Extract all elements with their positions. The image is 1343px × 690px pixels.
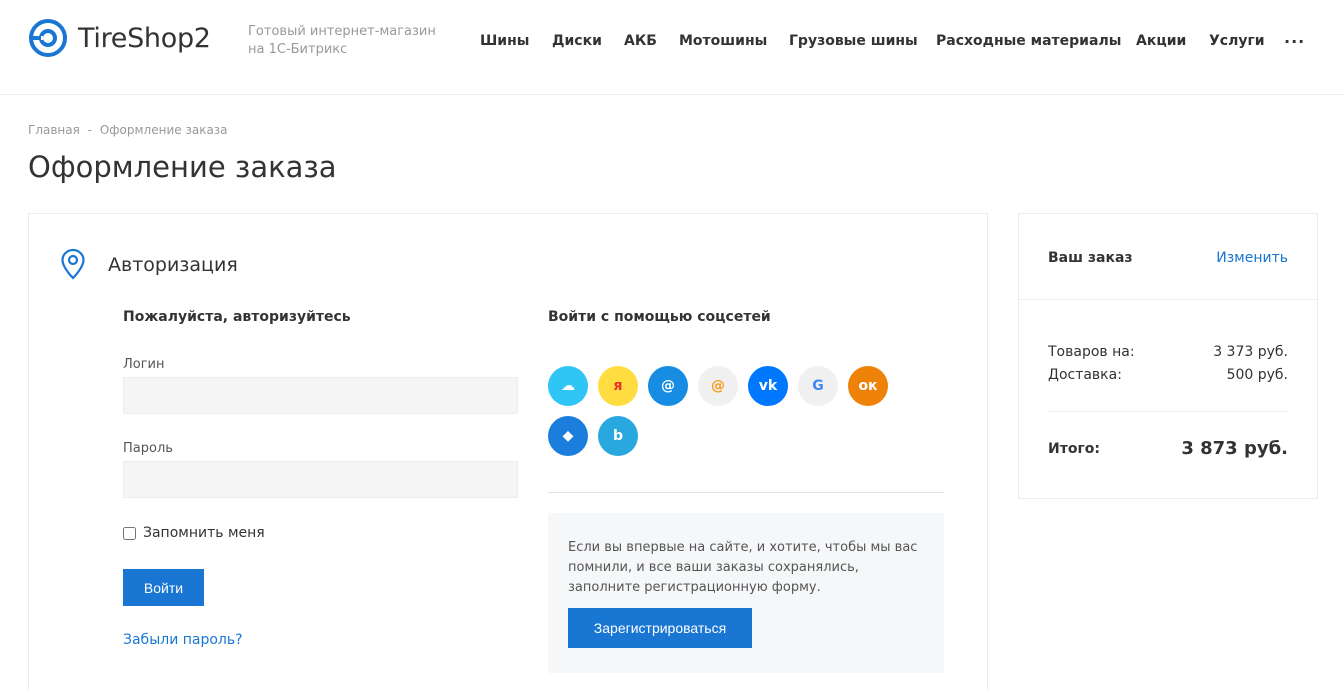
register-box: Если вы впервые на сайте, и хотите, чтоб… [548, 513, 944, 673]
bitrix24-icon[interactable]: ☁ [548, 366, 588, 406]
breadcrumb: Главная - Оформление заказа [28, 123, 228, 137]
nav-more-icon[interactable]: ··· [1284, 32, 1305, 51]
yandex-icon[interactable]: я [598, 366, 638, 406]
order-items-value: 3 373 руб. [1213, 344, 1288, 360]
logo-text: TireShop2 [78, 22, 211, 54]
page-title: Оформление заказа [28, 150, 337, 184]
social-login-title: Войти с помощью соцсетей [548, 309, 771, 325]
order-total-label: Итого: [1048, 440, 1100, 457]
bitrix-b-icon[interactable]: b [598, 416, 638, 456]
register-info-text: Если вы впервые на сайте, и хотите, чтоб… [568, 540, 918, 595]
login-label: Логин [123, 357, 165, 372]
nav-item-moto-tires[interactable]: Мотошины [679, 33, 767, 49]
order-summary-title: Ваш заказ [1048, 250, 1133, 266]
password-input[interactable] [123, 461, 518, 498]
site-header: TireShop2 Готовый интернет-магазин на 1С… [0, 0, 1343, 95]
order-edit-link[interactable]: Изменить [1216, 250, 1288, 266]
login-input[interactable] [123, 377, 518, 414]
tagline: Готовый интернет-магазин на 1С-Битрикс [248, 24, 436, 57]
nav-item-wheels[interactable]: Диски [552, 33, 602, 49]
order-delivery-row: Доставка: 500 руб. [1048, 367, 1288, 383]
login-column-title: Пожалуйста, авторизуйтесь [123, 309, 351, 325]
nav-item-truck-tires[interactable]: Грузовые шины [789, 33, 918, 49]
nav-item-batteries[interactable]: АКБ [624, 33, 657, 49]
nav-item-services[interactable]: Услуги [1209, 33, 1265, 49]
auth-section-title: Авторизация [108, 254, 238, 276]
location-pin-icon [61, 248, 85, 280]
divider [548, 492, 944, 493]
order-delivery-value: 500 руб. [1226, 367, 1288, 383]
password-label: Пароль [123, 441, 173, 456]
order-summary-panel: Ваш заказ Изменить Товаров на: 3 373 руб… [1018, 213, 1318, 499]
nav-item-tires[interactable]: Шины [480, 33, 529, 49]
order-total-value: 3 873 руб. [1181, 438, 1288, 459]
breadcrumb-current: Оформление заказа [99, 123, 228, 137]
order-divider [1048, 411, 1288, 412]
register-button[interactable]: Зарегистрироваться [568, 608, 752, 648]
odnoklassniki-icon[interactable]: ок [848, 366, 888, 406]
order-summary-header: Ваш заказ Изменить [1019, 214, 1317, 300]
mailru-icon[interactable]: @ [648, 366, 688, 406]
logo[interactable]: TireShop2 [28, 18, 211, 58]
nav-item-consumables[interactable]: Расходные материалы [936, 33, 1121, 49]
order-total-row: Итого: 3 873 руб. [1048, 438, 1288, 459]
vk-icon[interactable]: vk [748, 366, 788, 406]
forgot-password-link[interactable]: Забыли пароль? [123, 632, 243, 648]
dropbox-icon[interactable]: ◆ [548, 416, 588, 456]
remember-me[interactable]: Запомнить меня [123, 525, 265, 541]
logo-icon [29, 19, 67, 57]
auth-panel: Авторизация Пожалуйста, авторизуйтесь Ло… [28, 213, 988, 690]
order-items-label: Товаров на: [1048, 344, 1135, 360]
login-button[interactable]: Войти [123, 569, 204, 606]
breadcrumb-home[interactable]: Главная [28, 123, 80, 137]
remember-me-checkbox[interactable] [123, 526, 136, 540]
nav-item-promotions[interactable]: Акции [1136, 33, 1186, 49]
order-delivery-label: Доставка: [1048, 367, 1122, 383]
breadcrumb-separator: - [87, 123, 93, 137]
remember-me-label: Запомнить меня [143, 525, 265, 541]
google-icon[interactable]: G [798, 366, 838, 406]
mail-icon[interactable]: @ [698, 366, 738, 406]
order-items-row: Товаров на: 3 373 руб. [1048, 344, 1288, 360]
